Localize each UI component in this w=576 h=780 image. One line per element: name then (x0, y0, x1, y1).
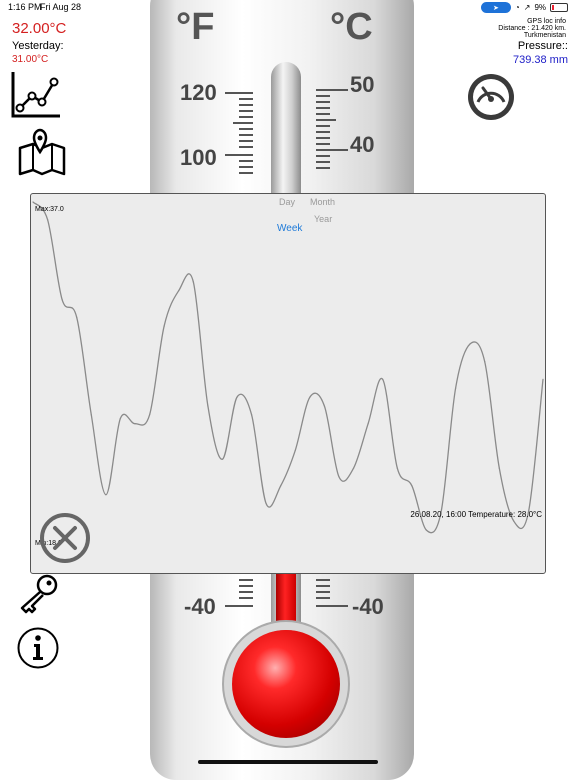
data-point (309, 396, 311, 398)
data-point (192, 281, 194, 283)
data-point (76, 316, 78, 318)
history-chart-panel: Day Month Year Week Max:37.0 Min:18.0 26… (30, 193, 546, 574)
battery-icon (550, 3, 568, 12)
data-point (119, 417, 121, 419)
fahrenheit-tick-label: 120 (180, 80, 217, 105)
yesterday-label: Yesterday: (12, 40, 64, 52)
data-point (61, 299, 63, 301)
data-point (484, 361, 486, 363)
segment-month[interactable]: Month (310, 197, 335, 207)
segment-day[interactable]: Day (279, 197, 295, 207)
data-point (149, 414, 151, 416)
pressure-label: Pressure:: (517, 40, 568, 52)
info-icon[interactable] (16, 626, 60, 670)
data-point (367, 423, 369, 425)
data-point (513, 520, 515, 522)
status-date: Fri Aug 28 (40, 2, 82, 12)
status-indicators: ➤ ◔ ↗ 9% (480, 2, 568, 13)
battery-percent: 9% (534, 3, 546, 12)
current-temperature: 32.00°C (12, 20, 67, 37)
data-point (134, 423, 136, 425)
data-point (221, 458, 223, 460)
yesterday-temperature: 31.00°C (12, 54, 49, 65)
data-point (178, 290, 180, 292)
data-point (382, 378, 384, 380)
celsius-ticks-lower (316, 579, 348, 607)
chart-readout: 26.08.20, 16:00 Temperature: 28.0°C (410, 510, 542, 519)
celsius-tick-label: 50 (350, 72, 375, 97)
status-time: 1:16 PM (8, 2, 42, 12)
data-point (90, 414, 92, 416)
celsius-ticks (316, 89, 348, 169)
gps-distance: Distance : 21.420 km. (498, 25, 566, 32)
location-icon: ↗ (523, 3, 531, 12)
data-point (469, 343, 471, 345)
data-point (396, 467, 398, 469)
data-point (47, 219, 49, 221)
celsius-tick-label: 40 (350, 132, 375, 157)
line-chart-icon[interactable] (10, 70, 62, 120)
temperature-series-line (32, 201, 544, 534)
data-point (498, 467, 500, 469)
map-pin-icon[interactable] (18, 128, 66, 176)
key-icon[interactable] (18, 574, 60, 614)
data-point (32, 201, 34, 203)
pressure-gauge-icon[interactable] (466, 72, 516, 122)
close-circle-icon[interactable] (39, 512, 91, 564)
data-point (455, 387, 457, 389)
pressure-value: 739.38 mm (512, 54, 568, 66)
data-point (207, 405, 209, 407)
gps-info-title: GPS loc info (527, 18, 566, 25)
fahrenheit-unit-label: °F (176, 6, 215, 48)
data-point (353, 467, 355, 469)
wifi-icon: ◔ (514, 3, 520, 12)
data-point (105, 494, 107, 496)
data-point (338, 476, 340, 478)
celsius-tick-label: -40 (352, 594, 384, 619)
fahrenheit-tick-label: 100 (180, 145, 217, 170)
data-point (163, 325, 165, 327)
celsius-unit-label: °C (330, 6, 373, 48)
segment-year[interactable]: Year (314, 214, 332, 224)
data-point (411, 485, 413, 487)
gps-place: Turkmenistan (523, 32, 566, 39)
fahrenheit-ticks-lower (225, 579, 253, 607)
fahrenheit-ticks (225, 92, 253, 174)
chart-max-label: Max:37.0 (35, 206, 64, 213)
data-point (294, 449, 296, 451)
data-point (236, 396, 238, 398)
segment-week[interactable]: Week (277, 223, 302, 234)
data-point (425, 529, 427, 531)
data-point (280, 485, 282, 487)
location-arrow-icon: ➤ (480, 2, 511, 13)
data-point (251, 414, 253, 416)
data-point (265, 502, 267, 505)
data-point (323, 405, 325, 407)
home-indicator[interactable] (198, 760, 378, 764)
data-point (542, 378, 544, 380)
thermometer-bulb (232, 630, 340, 738)
fahrenheit-tick-label: -40 (184, 594, 216, 619)
